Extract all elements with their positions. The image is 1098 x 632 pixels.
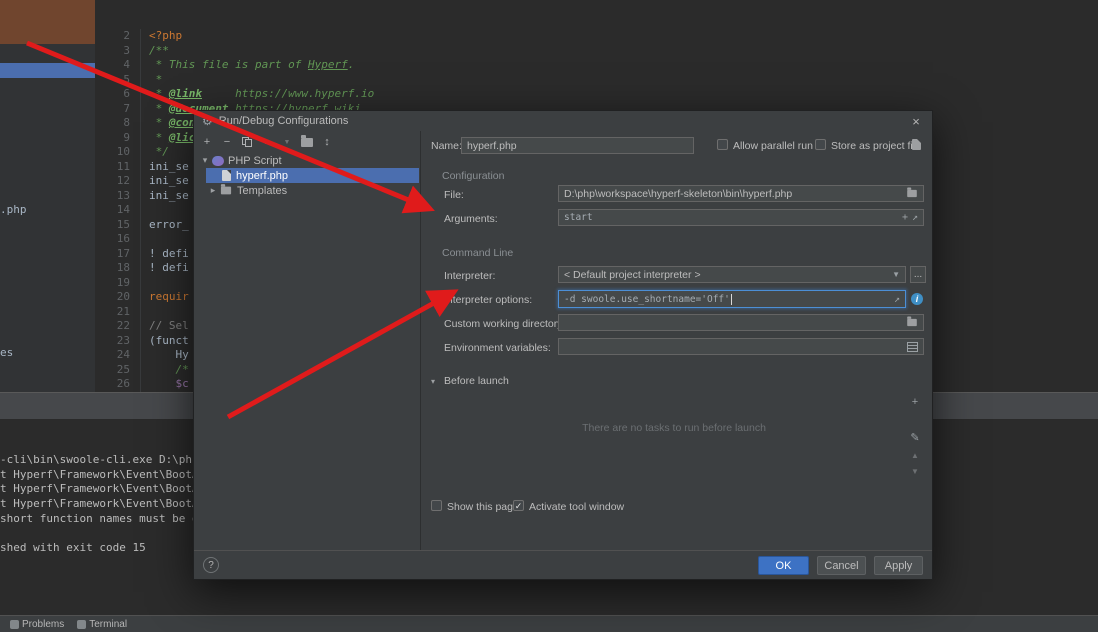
insert-macro-icon[interactable]: + xyxy=(902,212,908,223)
combo-arrow-icon: ▼ xyxy=(892,270,900,279)
interpreter-options-value: -d swoole.use_shortname='Off' xyxy=(564,294,730,305)
name-input[interactable]: hyperf.php xyxy=(461,137,694,154)
activate-tool-window-checkbox[interactable]: ✓ xyxy=(513,500,524,511)
dialog-title: Run/Debug Configurations xyxy=(219,115,349,127)
store-as-project-file-label: Store as project file xyxy=(831,140,921,152)
store-as-project-file-checkbox[interactable] xyxy=(815,139,826,150)
chevron-right-icon[interactable]: ▸ xyxy=(208,185,218,196)
left-tool-panel: .php es xyxy=(0,0,95,392)
interpreter-options-label: Interpreter options: xyxy=(444,294,532,306)
environment-variables-label: Environment variables: xyxy=(444,342,551,354)
add-configuration-icon[interactable]: + xyxy=(200,135,214,149)
store-file-icon xyxy=(912,139,921,150)
interpreter-options-input[interactable]: -d swoole.use_shortname='Off' ↗ xyxy=(558,290,906,308)
name-value: hyperf.php xyxy=(467,140,517,152)
cancel-button[interactable]: Cancel xyxy=(817,556,866,575)
custom-working-directory-label: Custom working directory: xyxy=(444,318,565,330)
interpreter-label: Interpreter: xyxy=(444,270,495,282)
php-icon xyxy=(212,156,224,166)
edit-task-icon[interactable]: ✎ xyxy=(908,431,922,444)
tree-item-label: hyperf.php xyxy=(236,170,288,182)
interpreter-browse-button[interactable]: ... xyxy=(910,266,926,283)
close-icon[interactable]: × xyxy=(908,114,924,129)
configuration-section-label: Configuration xyxy=(442,170,504,182)
show-this-page-checkbox[interactable] xyxy=(431,500,442,511)
copy-configuration-icon[interactable] xyxy=(240,135,254,149)
code-line: 2<?php xyxy=(95,29,1098,44)
code-line: 6 * @link https://www.hyperf.io xyxy=(95,87,1098,102)
activate-tool-window-label: Activate tool window xyxy=(529,501,624,513)
tree-group-templates[interactable]: ▸ Templates xyxy=(194,183,420,198)
move-down-icon[interactable]: ▼ xyxy=(280,135,294,149)
configurations-tree-panel: + − ▲ ▼ ↕ ▾ PHP Script hyperf.php ▸ Temp… xyxy=(194,131,421,551)
tree-item-hyperf-php[interactable]: hyperf.php xyxy=(194,168,420,183)
arguments-label: Arguments: xyxy=(444,213,498,225)
custom-working-directory-input[interactable] xyxy=(558,314,924,331)
problems-label: Problems xyxy=(22,619,64,630)
info-icon[interactable]: i xyxy=(911,293,923,305)
tree-group-php-script[interactable]: ▾ PHP Script xyxy=(194,153,420,168)
check-icon: ✓ xyxy=(515,501,523,511)
sort-configurations-icon[interactable]: ↕ xyxy=(320,135,334,149)
tree-toolbar: + − ▲ ▼ ↕ xyxy=(200,134,334,150)
settings-icon: ⚙ xyxy=(202,115,213,127)
allow-parallel-run-label: Allow parallel run xyxy=(733,140,813,152)
apply-button[interactable]: Apply xyxy=(874,556,923,575)
allow-parallel-run-checkbox[interactable] xyxy=(717,139,728,150)
file-label: File: xyxy=(444,189,464,201)
code-line: 3/** xyxy=(95,44,1098,59)
tree-templates-label: Templates xyxy=(237,185,287,197)
before-launch-collapse-icon[interactable]: ▾ xyxy=(431,377,435,386)
php-file-icon xyxy=(222,170,231,181)
left-panel-block xyxy=(0,0,95,44)
command-line-section-label: Command Line xyxy=(442,247,513,259)
browse-folder-icon[interactable] xyxy=(907,319,917,326)
terminal-label: Terminal xyxy=(89,619,127,630)
statusbar-problems-tab[interactable]: Problems xyxy=(6,617,68,632)
interpreter-value: < Default project interpreter > xyxy=(564,269,701,281)
move-up-icon[interactable]: ▲ xyxy=(260,135,274,149)
text-cursor xyxy=(731,294,732,305)
run-debug-configurations-dialog: ⚙ Run/Debug Configurations × + − ▲ ▼ ↕ ▾… xyxy=(193,110,933,580)
status-bar: Problems Terminal xyxy=(0,615,1098,632)
file-value: D:\php\workspace\hyperf-skeleton\bin\hyp… xyxy=(564,188,792,200)
no-tasks-message: There are no tasks to run before launch xyxy=(441,422,907,434)
before-launch-label[interactable]: Before launch xyxy=(444,375,509,387)
button-bar-separator xyxy=(194,550,932,551)
terminal-icon xyxy=(77,620,86,629)
env-vars-icon[interactable] xyxy=(907,342,918,352)
chevron-down-icon[interactable]: ▾ xyxy=(200,155,210,166)
code-line: 5 * xyxy=(95,73,1098,88)
statusbar-terminal-tab[interactable]: Terminal xyxy=(73,617,131,632)
new-folder-icon[interactable] xyxy=(300,135,314,149)
remove-configuration-icon[interactable]: − xyxy=(220,135,234,149)
interpreter-select[interactable]: < Default project interpreter > ▼ xyxy=(558,266,906,283)
ok-button[interactable]: OK xyxy=(758,556,809,575)
add-task-icon[interactable]: + xyxy=(908,396,922,408)
task-up-icon[interactable]: ▲ xyxy=(908,451,922,460)
task-down-icon[interactable]: ▼ xyxy=(908,467,922,476)
help-button[interactable]: ? xyxy=(203,557,219,573)
name-label: Name: xyxy=(431,140,462,152)
left-panel-selected-row[interactable] xyxy=(0,63,95,78)
tree-group-label: PHP Script xyxy=(228,155,282,167)
expand-field-icon[interactable]: ↗ xyxy=(894,294,900,305)
left-panel-text-fragment: .php xyxy=(0,203,27,216)
left-panel-text-fragment: es xyxy=(0,346,13,359)
file-input[interactable]: D:\php\workspace\hyperf-skeleton\bin\hyp… xyxy=(558,185,924,202)
code-line: 4 * This file is part of Hyperf. xyxy=(95,58,1098,73)
arguments-input[interactable]: start + ↗ xyxy=(558,209,924,226)
browse-folder-icon[interactable] xyxy=(907,190,917,197)
dialog-title-bar: ⚙ Run/Debug Configurations × xyxy=(194,111,932,131)
templates-icon xyxy=(221,187,231,195)
show-this-page-label: Show this page xyxy=(447,501,519,513)
problems-icon xyxy=(10,620,19,629)
expand-field-icon[interactable]: ↗ xyxy=(912,212,918,223)
arguments-value: start xyxy=(564,212,593,223)
environment-variables-input[interactable] xyxy=(558,338,924,355)
